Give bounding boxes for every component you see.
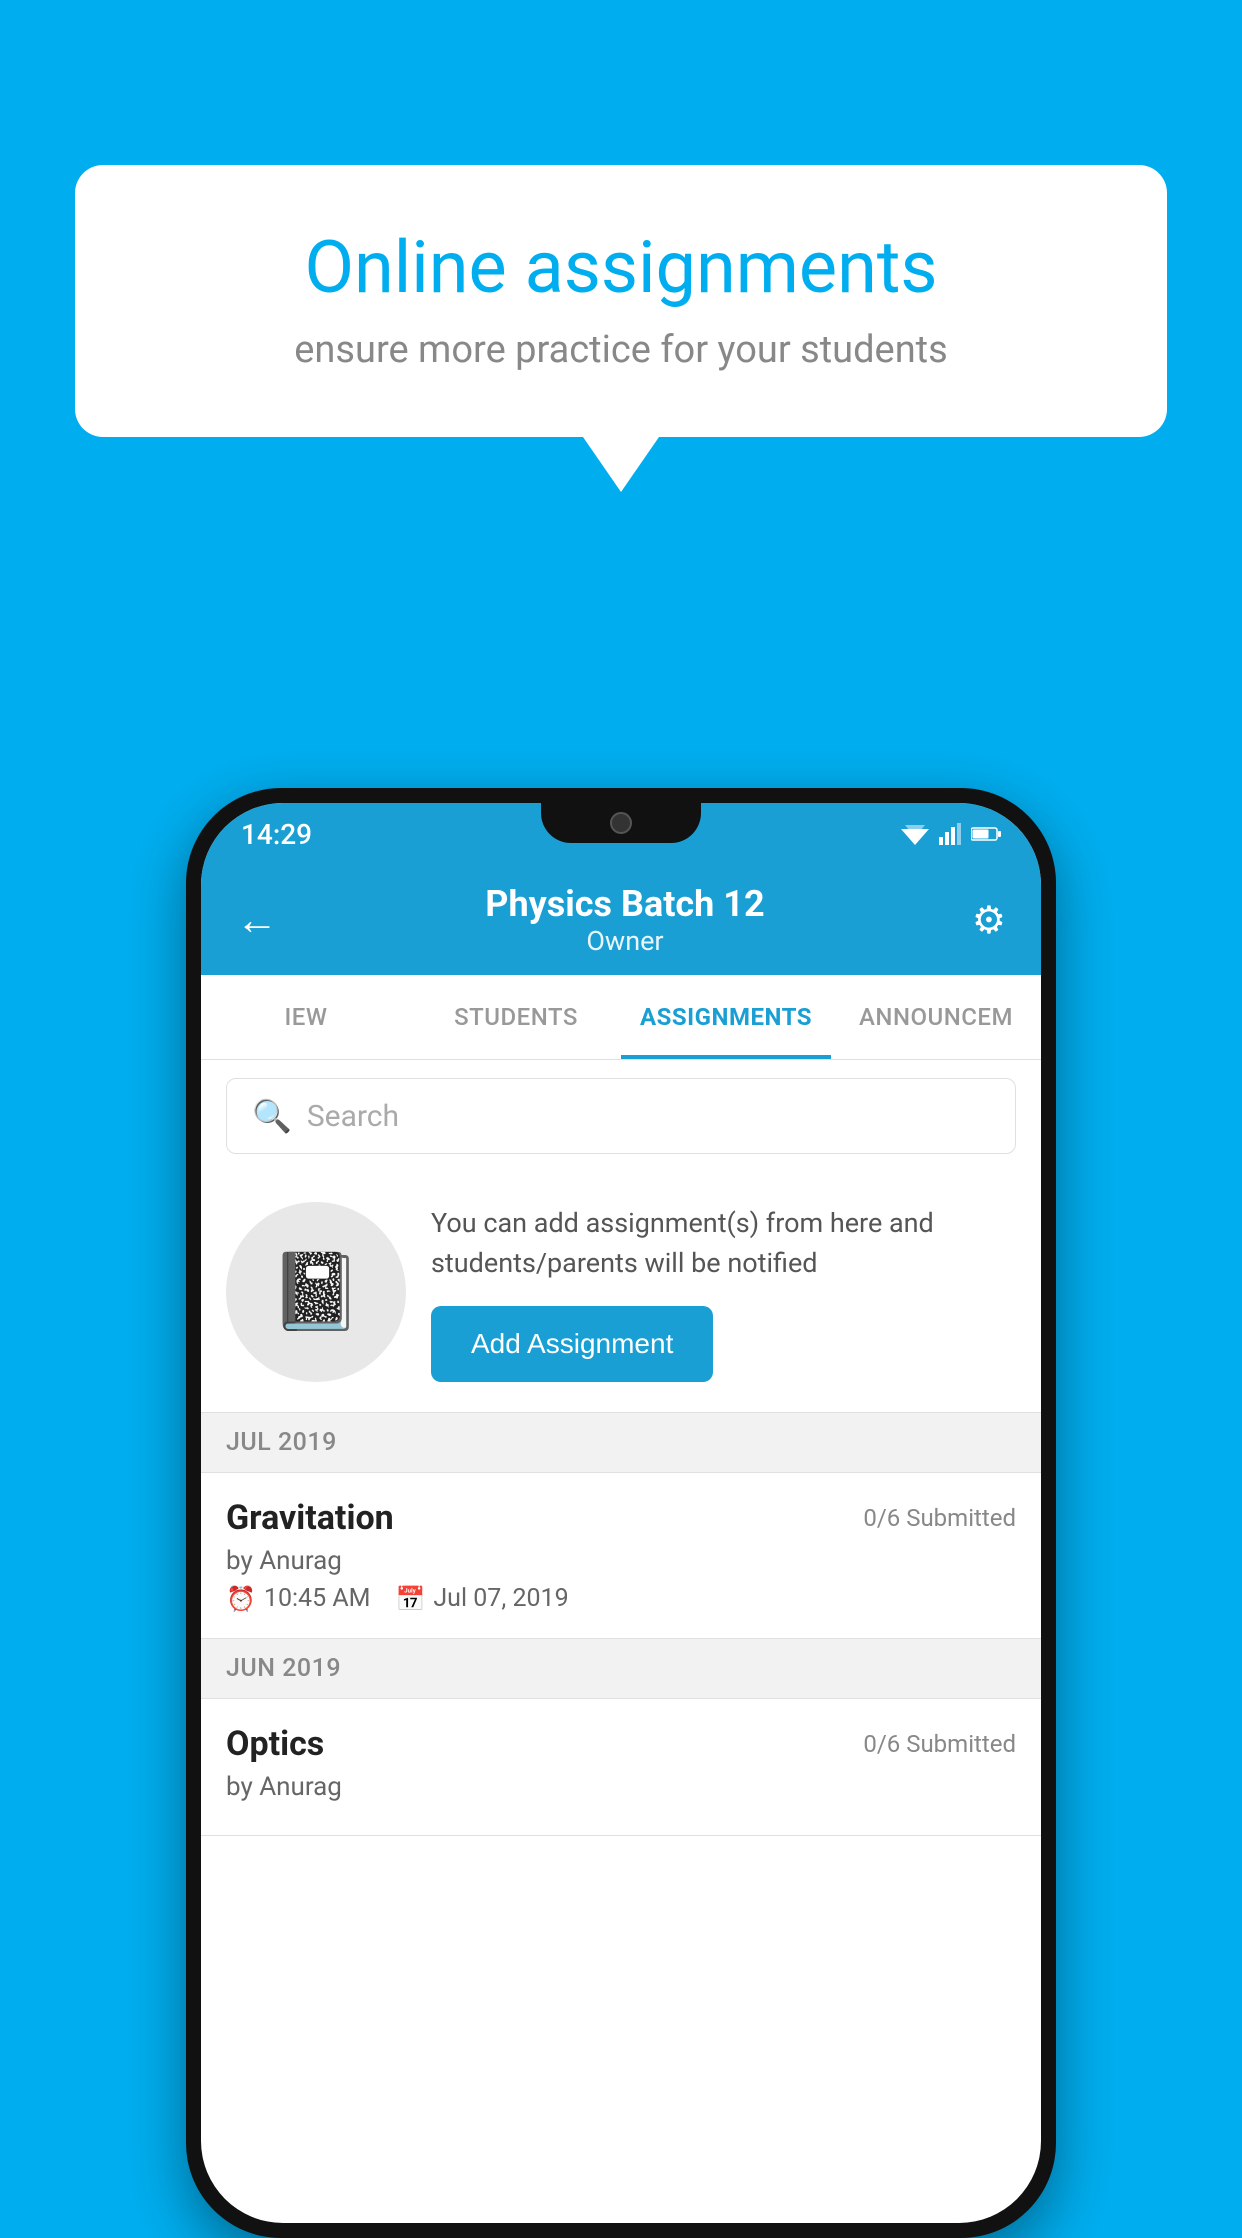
info-card-text: You can add assignment(s) from here and … (431, 1203, 1016, 1284)
search-icon: 🔍 (252, 1097, 292, 1135)
assignment-submitted-optics: 0/6 Submitted (863, 1730, 1016, 1758)
month-section-jun: JUN 2019 (201, 1639, 1041, 1699)
assignment-header-gravitation: Gravitation 0/6 Submitted (226, 1498, 1016, 1538)
assignment-date-gravitation: Jul 07, 2019 (433, 1584, 568, 1613)
speech-bubble-title: Online assignments (145, 225, 1097, 310)
back-button[interactable]: ← (236, 896, 278, 945)
assignment-submitted-gravitation: 0/6 Submitted (863, 1504, 1016, 1532)
tab-assignments[interactable]: ASSIGNMENTS (621, 975, 831, 1059)
speech-bubble: Online assignments ensure more practice … (75, 165, 1167, 437)
signal-icon (939, 823, 961, 845)
search-container: 🔍 Search (201, 1060, 1041, 1172)
camera-dot (610, 812, 632, 834)
meta-date-gravitation: 📅 Jul 07, 2019 (395, 1584, 568, 1613)
assignment-item-gravitation[interactable]: Gravitation 0/6 Submitted by Anurag ⏰ 10… (201, 1473, 1041, 1639)
month-label-jul: JUL 2019 (226, 1428, 337, 1457)
month-section-jul: JUL 2019 (201, 1413, 1041, 1473)
status-bar-icons (901, 823, 1001, 845)
search-placeholder: Search (307, 1099, 399, 1134)
settings-button[interactable]: ⚙ (972, 898, 1006, 943)
status-bar-time: 14:29 (241, 818, 312, 851)
app-bar-subtitle: Owner (485, 925, 764, 957)
tab-announcements[interactable]: ANNOUNCEM (831, 975, 1041, 1059)
speech-bubble-subtitle: ensure more practice for your students (145, 328, 1097, 372)
notebook-icon: 📓 (269, 1248, 362, 1336)
app-bar-title-group: Physics Batch 12 Owner (485, 883, 764, 957)
meta-time-gravitation: ⏰ 10:45 AM (226, 1584, 370, 1613)
assignment-item-optics[interactable]: Optics 0/6 Submitted by Anurag (201, 1699, 1041, 1836)
search-box[interactable]: 🔍 Search (226, 1078, 1016, 1154)
assignment-meta-gravitation: ⏰ 10:45 AM 📅 Jul 07, 2019 (226, 1584, 1016, 1613)
clock-icon: ⏰ (226, 1585, 256, 1613)
assignment-author-optics: by Anurag (226, 1772, 1016, 1802)
status-bar: 14:29 (201, 803, 1041, 865)
assignment-title-gravitation: Gravitation (226, 1498, 394, 1538)
month-label-jun: JUN 2019 (226, 1654, 341, 1683)
assignment-time-gravitation: 10:45 AM (264, 1584, 371, 1613)
info-card: 📓 You can add assignment(s) from here an… (201, 1172, 1041, 1413)
app-bar-title: Physics Batch 12 (485, 883, 764, 925)
info-card-right: You can add assignment(s) from here and … (431, 1203, 1016, 1382)
tab-iew[interactable]: IEW (201, 975, 411, 1059)
assignment-title-optics: Optics (226, 1724, 324, 1764)
calendar-icon: 📅 (395, 1585, 425, 1613)
notebook-icon-circle: 📓 (226, 1202, 406, 1382)
speech-bubble-wrapper: Online assignments ensure more practice … (75, 165, 1167, 492)
add-assignment-button[interactable]: Add Assignment (431, 1306, 713, 1382)
assignment-header-optics: Optics 0/6 Submitted (226, 1724, 1016, 1764)
speech-bubble-arrow (583, 437, 659, 492)
assignment-author-gravitation: by Anurag (226, 1546, 1016, 1576)
wifi-icon (901, 823, 929, 845)
tabs-bar: IEW STUDENTS ASSIGNMENTS ANNOUNCEM (201, 975, 1041, 1060)
phone-inner: 14:29 (201, 803, 1041, 2223)
app-bar: ← Physics Batch 12 Owner ⚙ (201, 865, 1041, 975)
battery-icon (971, 826, 1001, 842)
notch (541, 803, 701, 843)
tab-students[interactable]: STUDENTS (411, 975, 621, 1059)
phone-frame: 14:29 (186, 788, 1056, 2238)
